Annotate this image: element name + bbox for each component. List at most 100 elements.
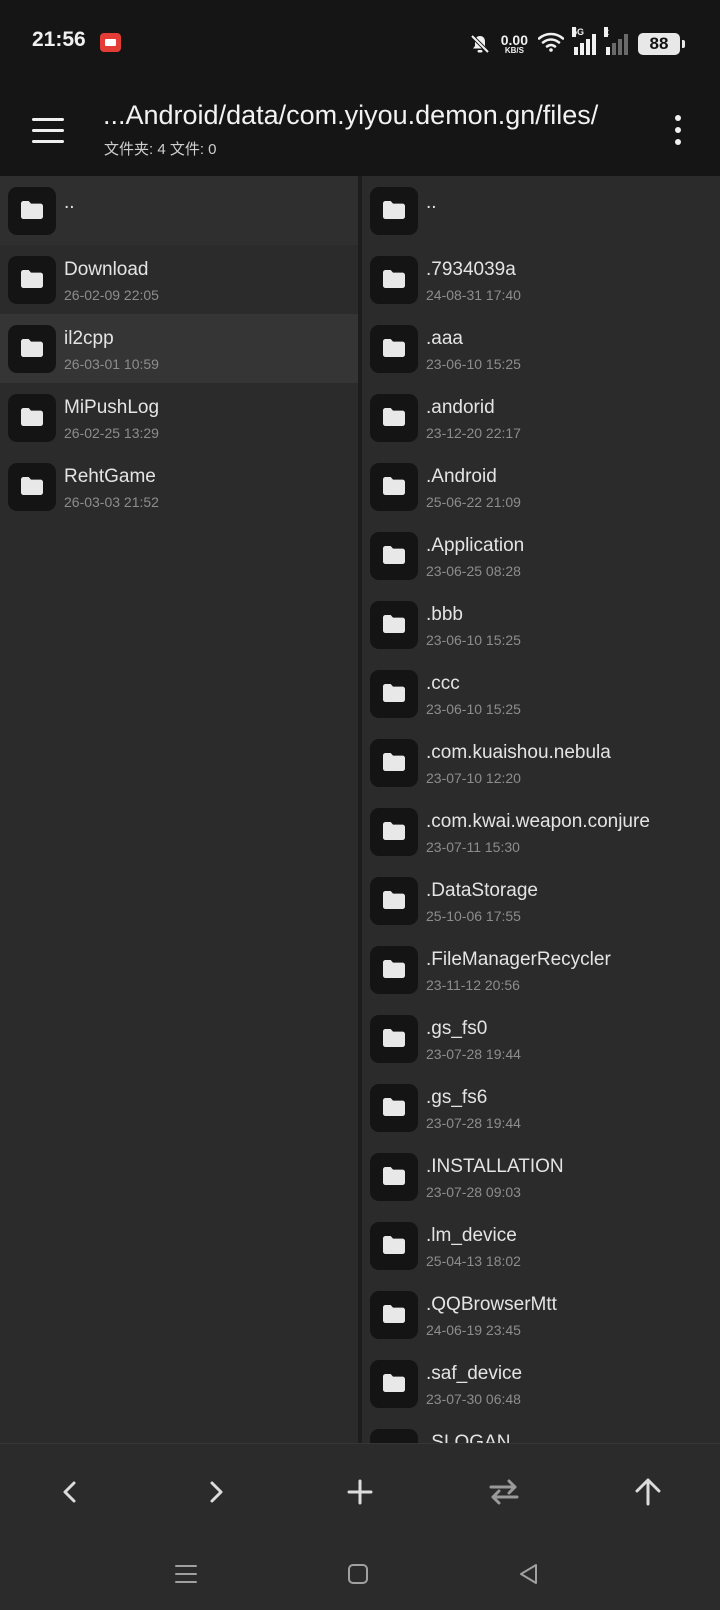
add-icon[interactable] — [332, 1466, 388, 1518]
folder-icon — [370, 1084, 418, 1132]
network-speed: 0.00 KB/S — [501, 33, 528, 55]
folder-row[interactable]: .SLOGAN — [362, 1418, 720, 1443]
swap-panes-icon[interactable] — [476, 1466, 532, 1518]
menu-icon[interactable] — [24, 106, 72, 154]
folder-modified-date: 25-04-13 18:02 — [426, 1253, 521, 1269]
folder-row[interactable]: .gs_fs0 23-07-28 19:44 — [362, 1004, 720, 1073]
dual-pane-browser: .. Download 26-02-09 22:05 il2cpp 26-03-01 1… — [0, 176, 720, 1443]
folder-icon — [370, 877, 418, 925]
folder-row[interactable]: .Android 25-06-22 21:09 — [362, 452, 720, 521]
folder-modified-date: 23-07-28 09:03 — [426, 1184, 521, 1200]
folder-row[interactable]: .QQBrowserMtt 24-06-19 23:45 — [362, 1280, 720, 1349]
folder-row[interactable]: .com.kuaishou.nebula 23-07-10 12:20 — [362, 728, 720, 797]
folder-row[interactable]: .saf_device 23-07-30 06:48 — [362, 1349, 720, 1418]
folder-modified-date: 23-12-20 22:17 — [426, 425, 521, 441]
folder-name: il2cpp — [64, 328, 114, 349]
back-arrow-icon[interactable] — [42, 1466, 98, 1518]
folder-icon — [370, 1015, 418, 1063]
folder-name: .andorid — [426, 397, 495, 418]
folder-name: .saf_device — [426, 1363, 523, 1384]
folder-row[interactable]: .DataStorage 25-10-06 17:55 — [362, 866, 720, 935]
folder-name: .INSTALLATION — [426, 1156, 564, 1177]
folder-name: .gs_fs6 — [426, 1087, 488, 1108]
folder-row[interactable]: .ccc 23-06-10 15:25 — [362, 659, 720, 728]
folder-row[interactable]: .aaa 23-06-10 15:25 — [362, 314, 720, 383]
network-speed-value: 0.00 — [500, 32, 528, 48]
folder-name: .. — [64, 192, 75, 213]
folder-icon — [370, 601, 418, 649]
folder-row[interactable]: .Application 23-06-25 08:28 — [362, 521, 720, 590]
folder-row[interactable]: .7934039a 24-08-31 17:40 — [362, 245, 720, 314]
folder-name: .. — [426, 192, 437, 213]
folder-icon — [8, 256, 56, 304]
folder-row[interactable]: .gs_fs6 23-07-28 19:44 — [362, 1073, 720, 1142]
folder-name: MiPushLog — [64, 397, 160, 418]
current-path: ...Android/data/com.yiyou.demon.gn/files… — [103, 100, 599, 130]
folder-icon — [370, 670, 418, 718]
folder-icon — [370, 325, 418, 373]
folder-icon — [370, 532, 418, 580]
parent-folder-row[interactable]: .. — [0, 176, 358, 245]
folder-modified-date: 23-06-10 15:25 — [426, 701, 521, 717]
folder-modified-date: 26-03-03 21:52 — [64, 494, 159, 510]
folder-modified-date: 26-02-25 13:29 — [64, 425, 159, 441]
more-options-icon[interactable] — [664, 110, 692, 150]
folder-modified-date: 23-07-30 06:48 — [426, 1391, 521, 1407]
battery-level: 88 — [649, 34, 669, 53]
folder-name: .SLOGAN — [426, 1432, 511, 1443]
home-icon[interactable] — [338, 1556, 378, 1592]
folder-icon — [370, 1222, 418, 1270]
folder-icon — [8, 187, 56, 235]
folder-modified-date: 23-07-11 15:30 — [426, 839, 520, 855]
folder-icon — [370, 463, 418, 511]
folder-file-count: 文件夹: 4 文件: 0 — [104, 141, 217, 158]
folder-icon — [370, 394, 418, 442]
folder-row[interactable]: .FileManagerRecycler 23-11-12 20:56 — [362, 935, 720, 1004]
folder-row[interactable]: .INSTALLATION 23-07-28 09:03 — [362, 1142, 720, 1211]
status-icons: 0.00 KB/S 5G x 88 — [469, 27, 685, 58]
folder-name: .DataStorage — [426, 880, 538, 901]
folder-name: .com.kuaishou.nebula — [426, 742, 611, 763]
left-pane[interactable]: .. Download 26-02-09 22:05 il2cpp 26-03-01 1… — [0, 176, 358, 1443]
bottom-toolbar — [0, 1443, 720, 1541]
folder-modified-date: 26-03-01 10:59 — [64, 356, 159, 372]
folder-modified-date: 23-06-10 15:25 — [426, 632, 521, 648]
folder-icon — [370, 1291, 418, 1339]
folder-row[interactable]: Download 26-02-09 22:05 — [0, 245, 358, 314]
forward-arrow-icon[interactable] — [188, 1466, 244, 1518]
folder-name: .FileManagerRecycler — [426, 949, 611, 970]
folder-row[interactable]: il2cpp 26-03-01 10:59 — [0, 314, 358, 383]
system-back-icon[interactable] — [508, 1556, 548, 1592]
folder-name: RehtGame — [64, 466, 156, 487]
battery-icon: 88 — [638, 33, 685, 55]
folder-row[interactable]: RehtGame 26-03-03 21:52 — [0, 452, 358, 521]
folder-modified-date: 25-06-22 21:09 — [426, 494, 521, 510]
folder-modified-date: 23-06-10 15:25 — [426, 356, 521, 372]
folder-name: .7934039a — [426, 259, 516, 280]
parent-folder-row[interactable]: .. — [362, 176, 720, 245]
folder-modified-date: 24-08-31 17:40 — [426, 287, 521, 303]
folder-name: .com.kwai.weapon.conjure — [426, 811, 650, 832]
folder-name: .gs_fs0 — [426, 1018, 488, 1039]
folder-icon — [370, 1429, 418, 1443]
folder-name: .Application — [426, 535, 525, 556]
folder-modified-date: 23-06-25 08:28 — [426, 563, 521, 579]
signal-no-service-label: x — [604, 27, 610, 37]
mute-bell-icon — [469, 33, 491, 55]
folder-row[interactable]: MiPushLog 26-02-25 13:29 — [0, 383, 358, 452]
folder-icon — [8, 463, 56, 511]
folder-name: .ccc — [426, 673, 460, 694]
right-pane[interactable]: .. .7934039a 24-08-31 17:40 .aaa 23-06-10 15… — [362, 176, 720, 1443]
folder-row[interactable]: .lm_device 25-04-13 18:02 — [362, 1211, 720, 1280]
signal-5g-icon: 5G — [572, 27, 596, 55]
folder-icon — [370, 256, 418, 304]
folder-row[interactable]: .andorid 23-12-20 22:17 — [362, 383, 720, 452]
recent-apps-icon[interactable] — [166, 1556, 206, 1592]
up-directory-icon[interactable] — [620, 1466, 676, 1518]
folder-row[interactable]: .com.kwai.weapon.conjure 23-07-11 15:30 — [362, 797, 720, 866]
folder-row[interactable]: .bbb 23-06-10 15:25 — [362, 590, 720, 659]
folder-modified-date: 23-07-28 19:44 — [426, 1046, 521, 1062]
folder-icon — [8, 394, 56, 442]
folder-icon — [370, 946, 418, 994]
folder-icon — [8, 325, 56, 373]
